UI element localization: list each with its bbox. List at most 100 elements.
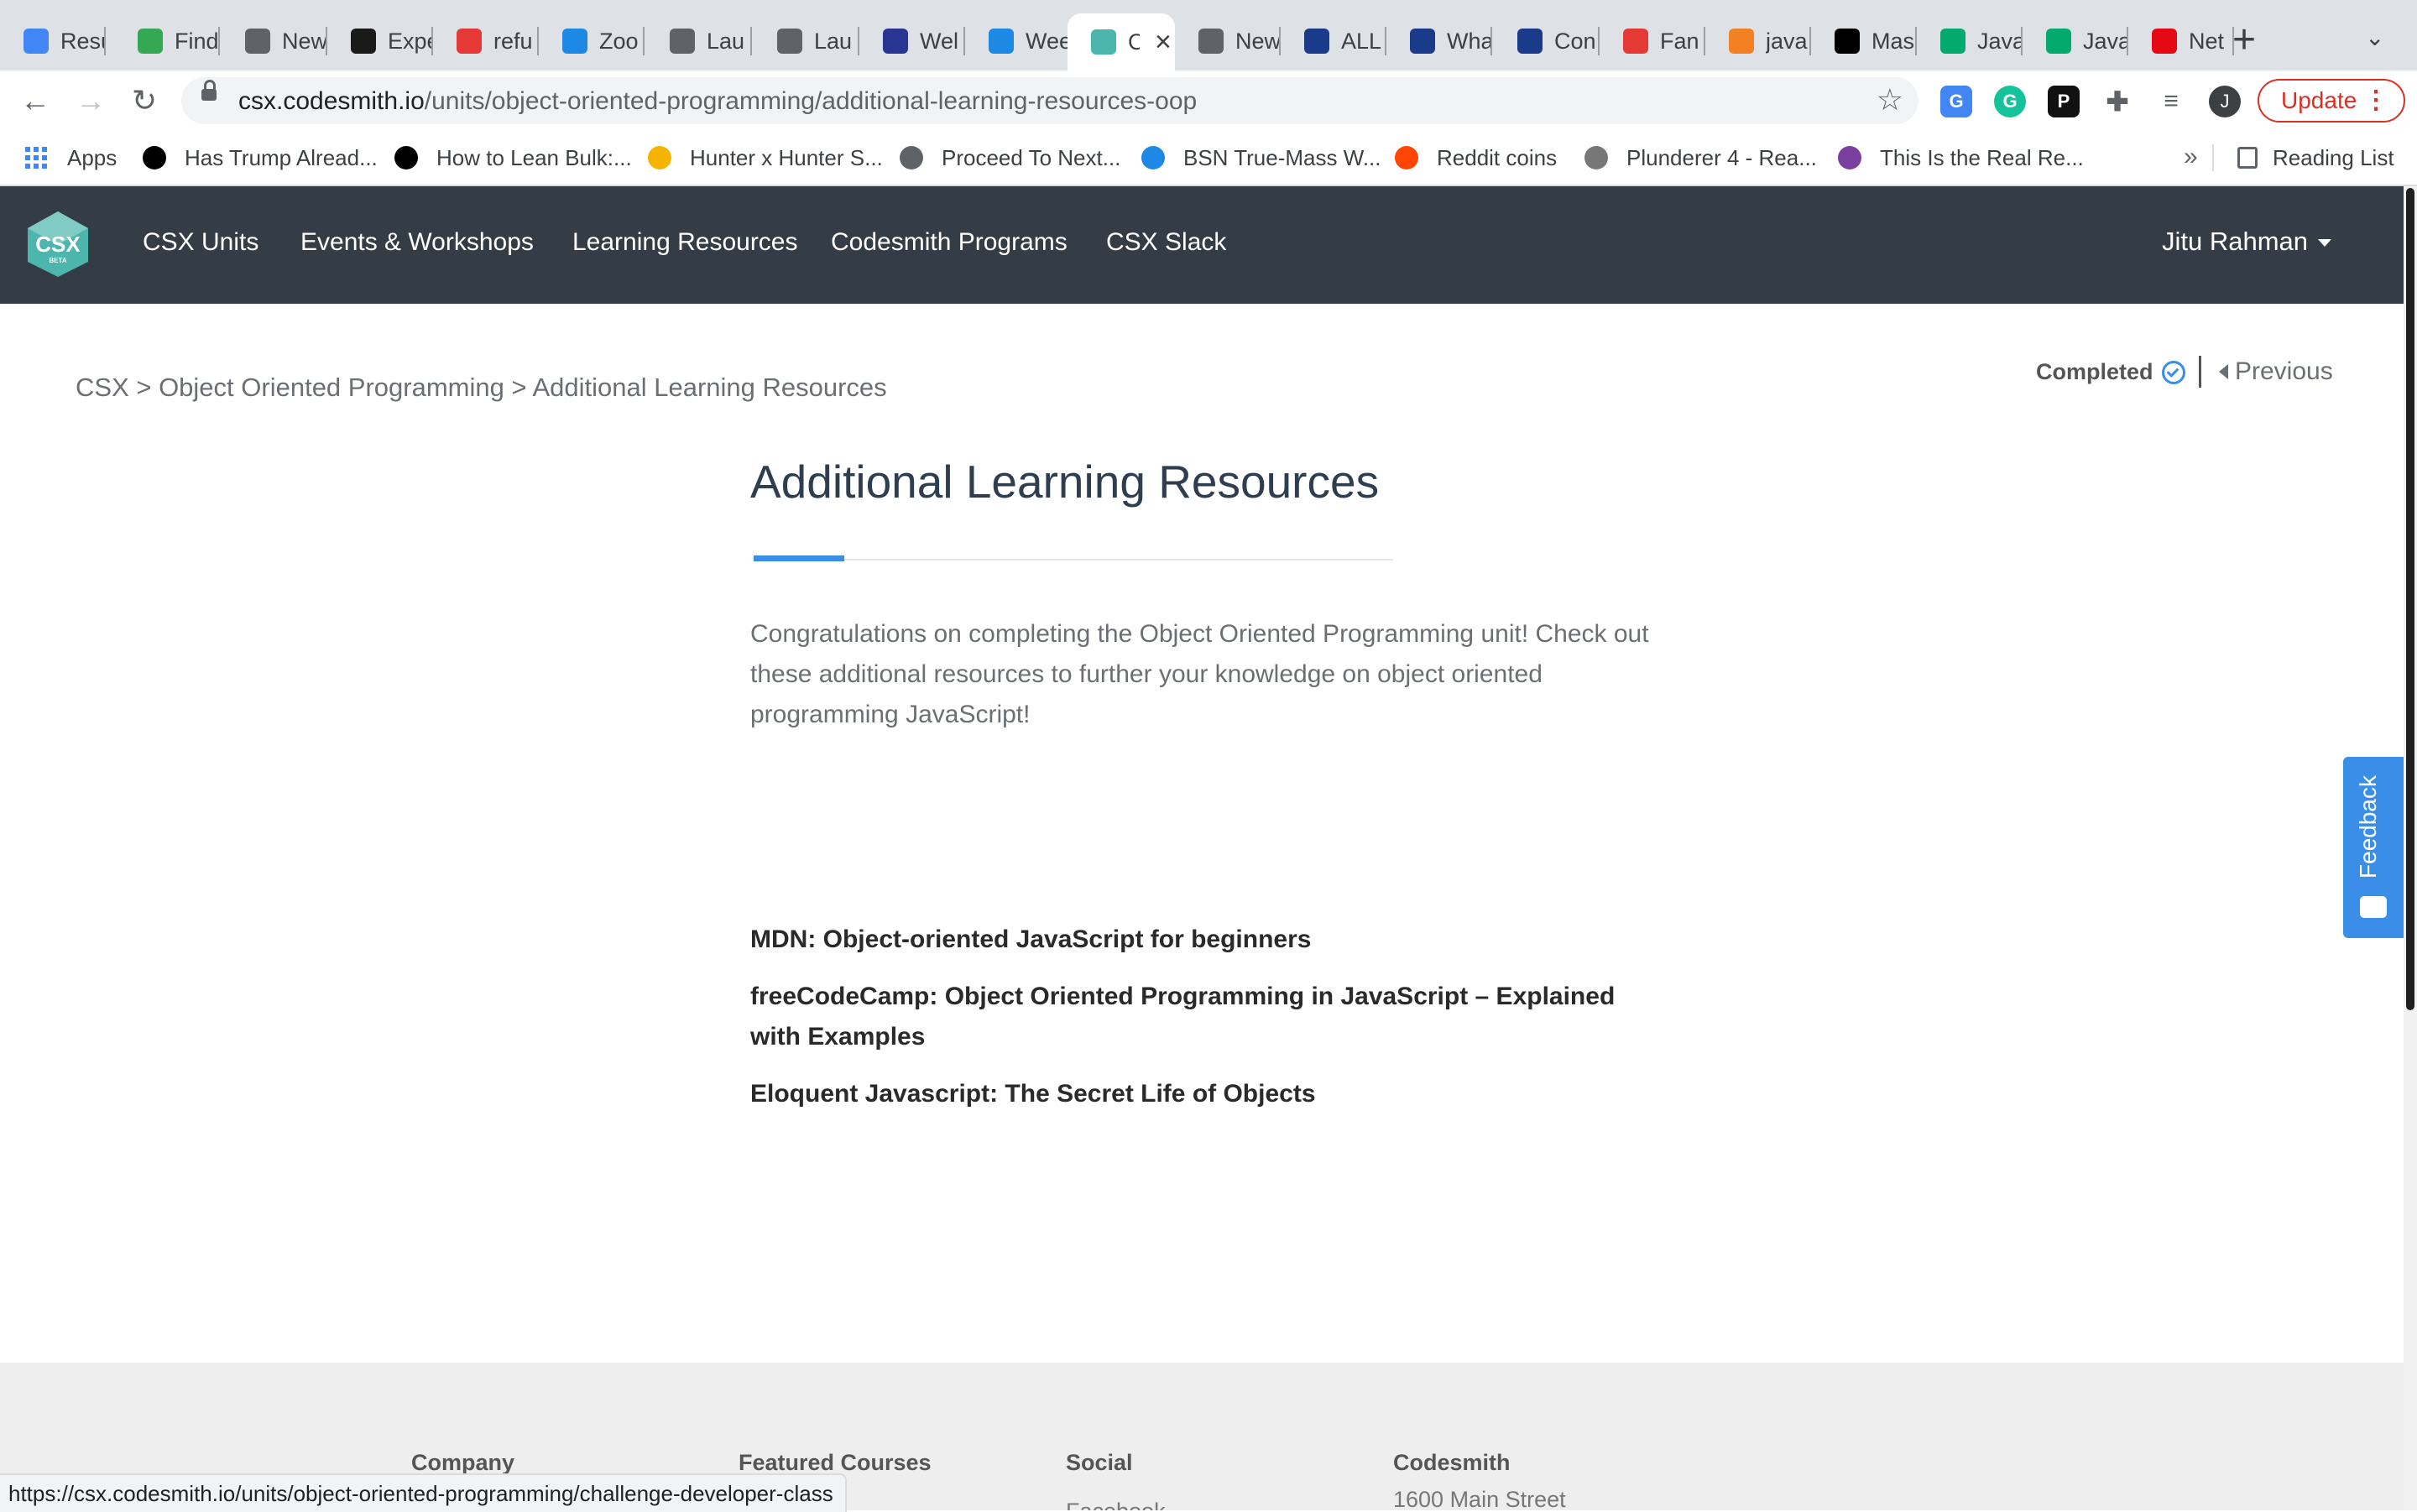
grammarly-icon[interactable]: G xyxy=(1994,86,2026,117)
bookmark-label: BSN True-Mass W... xyxy=(1183,144,1381,170)
bookmark-label: Has Trump Alread... xyxy=(185,144,378,170)
browser-tab[interactable]: Fan xyxy=(1600,15,1705,67)
nav-csx-units[interactable]: CSX Units xyxy=(143,228,258,257)
browser-tab-strip: ResuFindNewExperefuZooLauLauWelWeeC×NewA… xyxy=(0,0,2417,70)
browser-tab[interactable]: New xyxy=(222,15,327,67)
tab-title: New xyxy=(282,28,326,54)
nav-csx-slack[interactable]: CSX Slack xyxy=(1106,228,1226,257)
tab-separator xyxy=(218,27,220,55)
figure-icon xyxy=(1584,146,1608,169)
forward-arrow-icon[interactable]: → xyxy=(72,82,109,119)
close-tab-icon[interactable]: × xyxy=(1155,26,1172,59)
browser-tab[interactable]: Expe xyxy=(327,15,433,67)
url-host: csx.codesmith.io xyxy=(238,87,425,115)
reading-list-label: Reading List xyxy=(2273,144,2394,170)
url-text[interactable]: csx.codesmith.io/units/object-oriented-p… xyxy=(238,87,1197,116)
google-translate-icon[interactable]: G xyxy=(1940,86,1972,117)
csx-icon xyxy=(1091,29,1116,55)
nav-learning-resources[interactable]: Learning Resources xyxy=(572,228,798,257)
browser-tab[interactable]: Lau xyxy=(646,15,752,67)
reddit-icon xyxy=(1395,146,1418,169)
intro-paragraph: Congratulations on completing the Object… xyxy=(750,620,1649,728)
s-icon xyxy=(1838,146,1861,169)
csx-logo[interactable]: CSX BETA xyxy=(23,210,92,279)
bookmark-item[interactable]: Has Trump Alread... xyxy=(143,141,378,175)
browser-tab[interactable]: Wel xyxy=(859,15,965,67)
bookmark-item[interactable]: Hunter x Hunter S... xyxy=(648,141,883,175)
breadcrumb[interactable]: CSX > Object Oriented Programming > Addi… xyxy=(76,373,887,403)
bookmark-item[interactable]: Proceed To Next... xyxy=(900,141,1120,175)
check-circle-icon xyxy=(2161,360,2185,384)
bookmark-apps[interactable]: Apps xyxy=(25,141,117,175)
bookmark-label: This Is the Real Re... xyxy=(1880,144,2084,170)
footer-address: 1600 Main Street xyxy=(1393,1487,1566,1510)
tab-title: Lau xyxy=(814,28,853,54)
bookmark-item[interactable]: Plunderer 4 - Rea... xyxy=(1584,141,1817,175)
glasses-icon xyxy=(138,29,163,54)
media-control-icon[interactable]: ≡ xyxy=(2155,86,2187,117)
user-menu[interactable]: Jitu Rahman xyxy=(2162,227,2332,257)
scrollbar-thumb[interactable] xyxy=(2406,188,2414,1010)
bookmark-item[interactable]: Reddit coins xyxy=(1395,141,1557,175)
address-bar[interactable]: csx.codesmith.io/units/object-oriented-p… xyxy=(181,77,1918,124)
feedback-tab[interactable]: Feedback xyxy=(2343,757,2404,938)
browser-tab[interactable]: Net xyxy=(2128,15,2234,67)
link-status-bar: https://csx.codesmith.io/units/object-or… xyxy=(0,1473,847,1512)
logo-sub: BETA xyxy=(49,257,66,264)
tab-title: Wel xyxy=(920,28,959,54)
user-name: Jitu Rahman xyxy=(2162,227,2309,256)
browser-tab[interactable]: Zoo xyxy=(539,15,645,67)
browser-tab[interactable]: C × xyxy=(1068,13,1175,70)
browser-tab[interactable]: ALL xyxy=(1281,15,1386,67)
back-arrow-icon[interactable]: ← xyxy=(17,82,54,119)
footer-link-facebook[interactable]: Facebook xyxy=(1066,1499,1166,1510)
page-scrollbar[interactable] xyxy=(2404,186,2417,1510)
nav-events-workshops[interactable]: Events & Workshops xyxy=(300,228,534,257)
tab-title: refu xyxy=(493,28,533,54)
lock-icon[interactable] xyxy=(201,80,217,101)
profile-avatar[interactable]: J xyxy=(2209,86,2241,117)
p-extension-icon[interactable]: P xyxy=(2048,86,2080,117)
browser-tab[interactable]: Wee xyxy=(965,15,1071,67)
reading-list-button[interactable]: Reading List xyxy=(2237,141,2394,175)
more-bookmarks-icon[interactable]: » xyxy=(2184,143,2198,171)
reload-icon[interactable]: ↻ xyxy=(126,82,163,119)
puzzle-extensions-icon[interactable]: ✚ xyxy=(2101,86,2133,117)
browser-tab[interactable]: refu xyxy=(433,15,539,67)
browser-tab[interactable]: Mas xyxy=(1811,15,1917,67)
bookmark-item[interactable]: How to Lean Bulk:... xyxy=(394,141,632,175)
browser-tab[interactable]: Find xyxy=(114,15,220,67)
more-menu-icon: ⋮ xyxy=(2363,86,2388,114)
caret-left-icon xyxy=(2219,364,2228,379)
browser-tab[interactable]: Lau xyxy=(754,15,859,67)
tab-title: C xyxy=(1128,29,1140,55)
tab-title: Find xyxy=(175,28,218,54)
update-button[interactable]: Update ⋮ xyxy=(2258,79,2405,123)
browser-tab[interactable]: Resu xyxy=(0,15,106,67)
browser-tab[interactable]: New xyxy=(1175,15,1281,67)
browser-tab[interactable]: Wha xyxy=(1386,15,1492,67)
resource-link-eloquent-js[interactable]: Eloquent Javascript: The Secret Life of … xyxy=(750,1074,1657,1114)
browser-tab[interactable]: Java xyxy=(2023,15,2128,67)
cap-icon xyxy=(989,29,1014,54)
previous-button[interactable]: Previous xyxy=(2219,357,2333,386)
chrome-icon xyxy=(1198,29,1224,54)
bookmark-star-icon[interactable]: ☆ xyxy=(1877,82,1903,117)
bookmark-item[interactable]: This Is the Real Re... xyxy=(1838,141,2084,175)
nav-codesmith-programs[interactable]: Codesmith Programs xyxy=(831,228,1068,257)
resource-link-mdn[interactable]: MDN: Object-oriented JavaScript for begi… xyxy=(750,920,1657,960)
bookmark-label: Plunderer 4 - Rea... xyxy=(1626,144,1817,170)
footer-heading-codesmith: Codesmith xyxy=(1393,1450,1511,1475)
browser-tab[interactable]: Con xyxy=(1494,15,1600,67)
browser-tab[interactable]: java xyxy=(1705,15,1811,67)
browser-tab[interactable]: Java xyxy=(1917,15,2023,67)
feedback-label: Feedback xyxy=(2355,775,2381,879)
chat-bubble-icon xyxy=(2360,896,2387,918)
tab-title: ALL xyxy=(1341,28,1382,54)
cap-icon xyxy=(562,29,587,54)
tab-separator xyxy=(104,27,106,55)
new-tab-button[interactable]: + xyxy=(2232,18,2256,62)
bookmark-item[interactable]: BSN True-Mass W... xyxy=(1141,141,1381,175)
tab-search-chevron-icon[interactable]: ⌄ xyxy=(2365,23,2384,51)
resource-link-freecodecamp[interactable]: freeCodeCamp: Object Oriented Programmin… xyxy=(750,977,1657,1057)
